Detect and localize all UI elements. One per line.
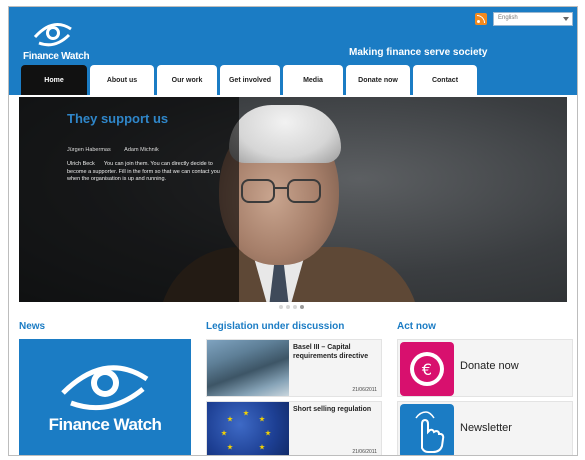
legislation-item-title[interactable]: Short selling regulation: [293, 406, 381, 415]
eu-flag-thumbnail: [207, 402, 289, 455]
star-icon: [227, 416, 233, 422]
euro-icon: €: [400, 342, 454, 396]
building-thumbnail: [207, 340, 289, 396]
star-icon: [259, 416, 265, 422]
carousel-dot[interactable]: [286, 305, 290, 309]
carousel-dot[interactable]: [293, 305, 297, 309]
hero-body-text: Ulrich Beck You can join them. You can d…: [67, 161, 227, 184]
rss-icon[interactable]: [475, 13, 487, 25]
donate-now-label: Donate now: [460, 360, 519, 372]
tab-donate-now[interactable]: Donate now: [346, 65, 410, 95]
tab-our-work[interactable]: Our work: [157, 65, 217, 95]
chevron-down-icon: [563, 17, 569, 21]
main-nav: Home About us Our work Get involved Medi…: [21, 65, 480, 95]
legislation-item[interactable]: Basel III – Capital requirements directi…: [206, 339, 382, 397]
star-icon: [243, 410, 249, 416]
legislation-item[interactable]: Short selling regulation 21/06/2011: [206, 401, 382, 455]
tab-contact[interactable]: Contact: [413, 65, 477, 95]
tab-media[interactable]: Media: [283, 65, 343, 95]
hero-supporter-names: Jürgen Habermas Adam Michnik: [67, 147, 217, 154]
news-card[interactable]: Finance Watch: [19, 339, 191, 455]
hero-text-overlay: [19, 97, 239, 302]
hero-photo-glasses-bridge: [275, 187, 287, 189]
newsletter-button[interactable]: Newsletter: [397, 401, 573, 455]
site-header: Finance Watch Making finance serve socie…: [9, 7, 577, 95]
browser-page: Finance Watch Making finance serve socie…: [8, 6, 578, 456]
logo-text: Finance Watch: [23, 51, 90, 62]
hero-banner[interactable]: They support us Jürgen Habermas Adam Mic…: [19, 97, 567, 302]
carousel-dot-active[interactable]: [300, 305, 304, 309]
svg-text:€: €: [422, 360, 432, 379]
hero-title: They support us: [67, 111, 169, 126]
supporter-name[interactable]: Ulrich Beck: [67, 161, 95, 167]
supporter-name[interactable]: Jürgen Habermas: [67, 147, 111, 153]
news-logo-text: Finance Watch: [48, 415, 162, 434]
finance-watch-eye-icon: [61, 365, 149, 411]
hero-photo-glasses: [241, 179, 275, 203]
donate-now-button[interactable]: € Donate now: [397, 339, 573, 397]
tab-get-involved[interactable]: Get involved: [220, 65, 280, 95]
star-icon: [221, 430, 227, 436]
star-icon: [265, 430, 271, 436]
star-icon: [259, 444, 265, 450]
tab-about-us[interactable]: About us: [90, 65, 154, 95]
language-select[interactable]: English: [493, 12, 573, 26]
news-heading: News: [19, 321, 46, 332]
language-select-value: English: [498, 15, 518, 21]
act-now-heading: Act now: [397, 321, 436, 332]
star-icon: [227, 444, 233, 450]
carousel-dot[interactable]: [279, 305, 283, 309]
legislation-item-date: 21/06/2011: [352, 387, 377, 393]
legislation-heading: Legislation under discussion: [206, 321, 345, 332]
legislation-item-date: 21/06/2011: [352, 449, 377, 455]
hero-photo-glasses-right: [287, 179, 321, 203]
tab-home[interactable]: Home: [21, 65, 87, 95]
logo-eye-icon: [33, 23, 72, 47]
newsletter-label: Newsletter: [460, 422, 512, 434]
legislation-item-title[interactable]: Basel III – Capital requirements directi…: [293, 344, 381, 361]
carousel-pager: [279, 305, 307, 309]
site-tagline: Making finance serve society: [349, 47, 488, 58]
hand-pointer-icon: [400, 404, 454, 455]
hero-photo-hair: [229, 105, 341, 163]
supporter-name[interactable]: Adam Michnik: [124, 147, 159, 153]
finance-watch-logo[interactable]: Finance Watch: [23, 15, 93, 65]
